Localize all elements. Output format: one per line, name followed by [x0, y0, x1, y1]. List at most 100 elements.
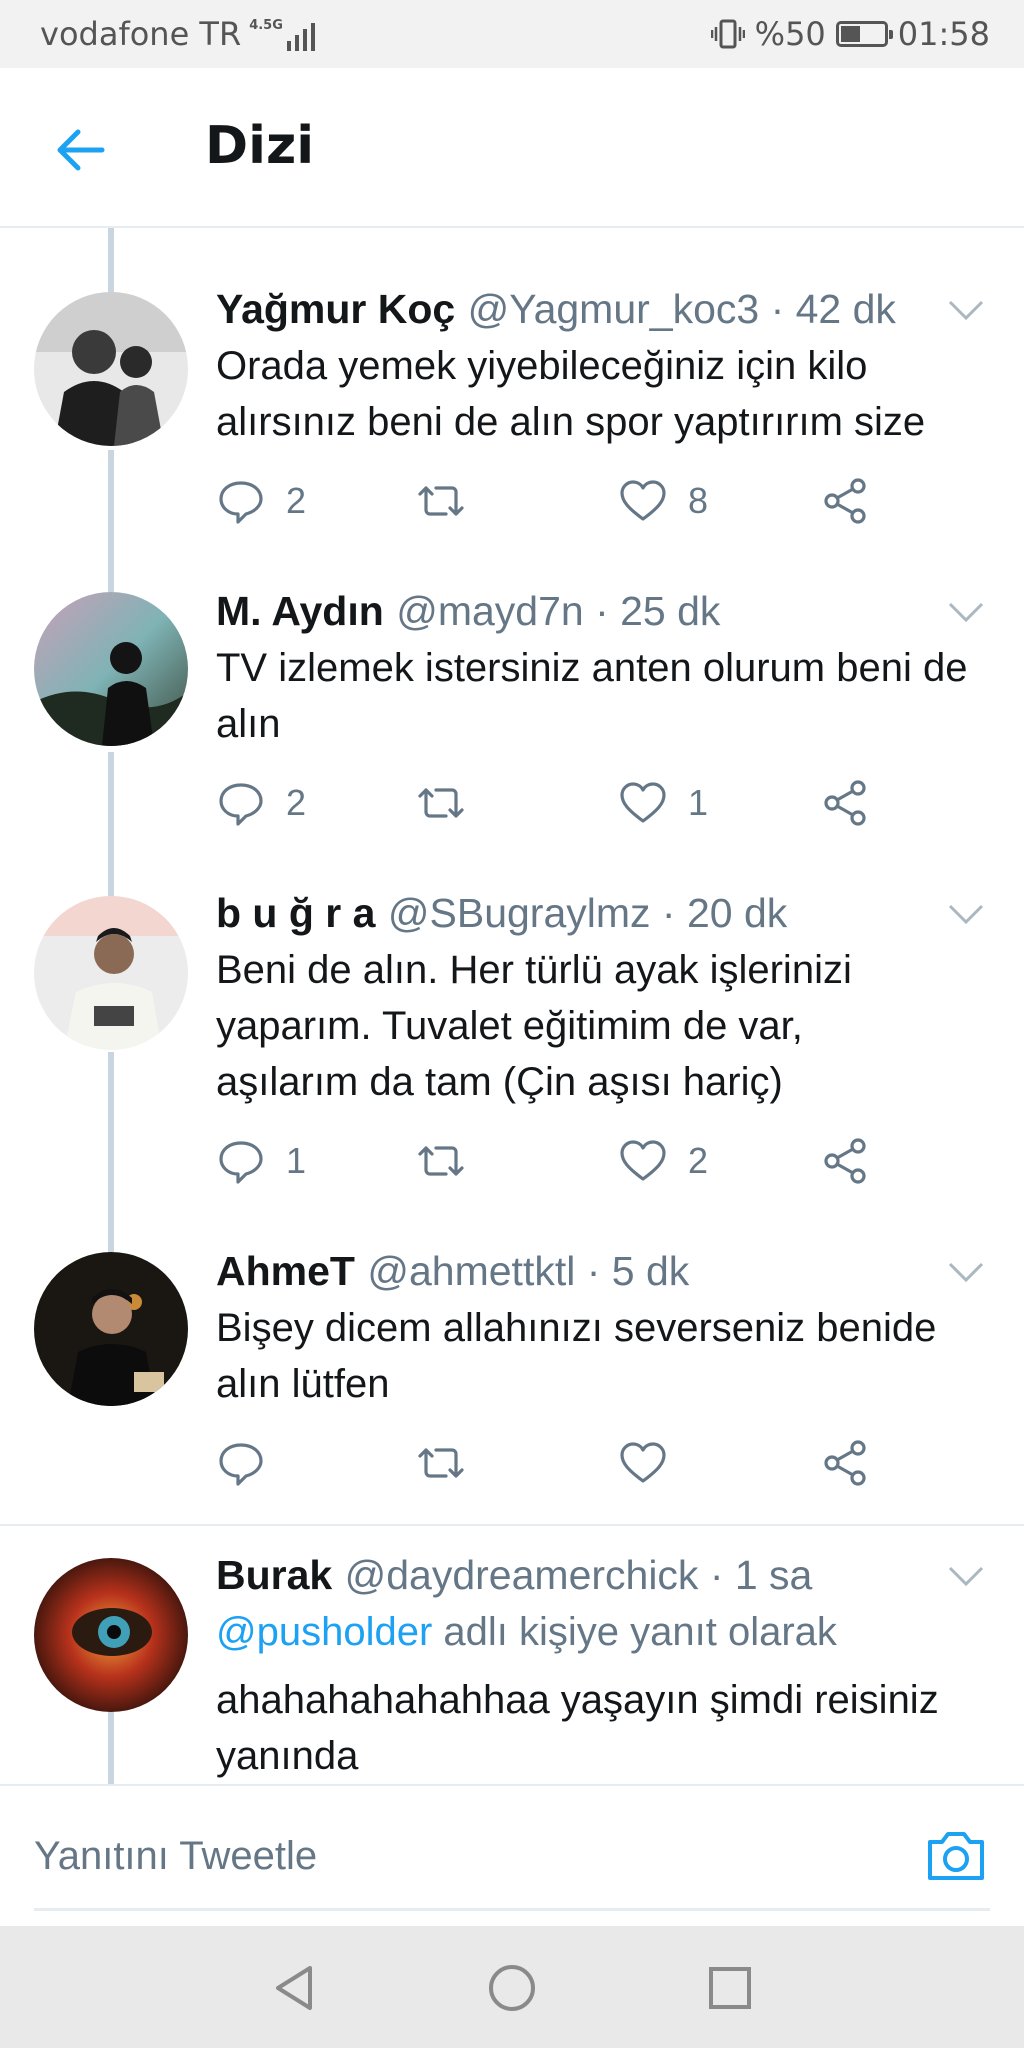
thread-line — [108, 752, 114, 896]
retweet-button[interactable] — [416, 1438, 486, 1488]
display-name[interactable]: Yağmur Koç — [216, 286, 455, 332]
app-header: Dizi — [0, 68, 1024, 228]
signal-icon: 4.5G — [249, 17, 315, 51]
share-icon — [824, 780, 866, 826]
chevron-down-icon[interactable] — [946, 1260, 986, 1284]
tweet-text: ahahahahahahhaa yaşayın şimdi reisiniz y… — [216, 1678, 939, 1778]
tweet-actions: 1 2 — [216, 1136, 916, 1196]
handle-time: @Yagmur_koc3 · 42 dk — [467, 286, 896, 332]
retweet-button[interactable] — [416, 778, 486, 828]
like-button[interactable]: 8 — [618, 476, 708, 526]
avatar[interactable] — [34, 896, 188, 1050]
reply-button[interactable]: 2 — [216, 778, 306, 828]
reply-icon — [219, 481, 263, 524]
tweet-text: Bişey dicem allahınızı severseniz benide… — [216, 1306, 937, 1406]
avatar[interactable] — [34, 1558, 188, 1712]
like-icon — [620, 1140, 666, 1181]
display-name[interactable]: Burak — [216, 1552, 332, 1598]
chevron-down-icon[interactable] — [946, 600, 986, 624]
battery-icon — [835, 21, 893, 47]
tweet-header: M. Aydın @mayd7n · 25 dk — [216, 588, 720, 635]
reply-icon — [219, 1443, 263, 1486]
retweet-button[interactable] — [416, 1136, 486, 1186]
share-icon — [824, 478, 866, 524]
nav-recents-icon[interactable] — [702, 1960, 758, 2016]
retweet-icon — [418, 1146, 464, 1176]
camera-icon[interactable] — [924, 1828, 988, 1884]
clock: 01:58 — [897, 15, 990, 53]
battery-percent: %50 — [754, 15, 826, 53]
like-count: 2 — [688, 1140, 709, 1181]
reply-button[interactable]: 1 — [216, 1136, 306, 1186]
share-button[interactable] — [820, 1136, 870, 1186]
tweet-header: b u ğ r a @SBugraylmz · 20 dk — [216, 890, 787, 937]
tweet-actions — [216, 1438, 916, 1498]
thread-line — [108, 450, 114, 592]
handle-time: @ahmettktl · 5 dk — [367, 1248, 690, 1294]
network-type: 4.5G — [249, 18, 283, 33]
thread-line — [108, 1052, 114, 1252]
like-button[interactable]: 2 — [618, 1136, 708, 1186]
like-button[interactable]: 1 — [618, 778, 708, 828]
tweet-text: Beni de alın. Her türlü ayak işlerinizi … — [216, 948, 852, 1104]
like-button[interactable] — [618, 1438, 688, 1488]
reply-bar[interactable]: Yanıtını Tweetle — [0, 1784, 1024, 1926]
retweet-button[interactable] — [416, 476, 486, 526]
system-nav-bar — [0, 1926, 1024, 2048]
tweet-actions: 2 1 — [216, 778, 916, 838]
reply-button[interactable]: 2 — [216, 476, 306, 526]
reply-count: 2 — [286, 480, 307, 521]
retweet-icon — [418, 1448, 464, 1478]
reply-context-text: adlı kişiye yanıt olarak — [432, 1610, 837, 1654]
reply-context: @pusholder adlı kişiye yanıt olarak — [216, 1610, 837, 1655]
retweet-icon — [418, 486, 464, 516]
chevron-down-icon[interactable] — [946, 902, 986, 926]
thread-line — [108, 228, 114, 292]
page-title: Dizi — [205, 116, 315, 176]
share-icon — [824, 1138, 866, 1184]
carrier-label: vodafone TR — [40, 15, 242, 53]
status-bar: vodafone TR 4.5G %50 01:58 — [0, 0, 1024, 68]
reply-underline — [34, 1908, 990, 1911]
reply-input[interactable]: Yanıtını Tweetle — [34, 1834, 317, 1879]
tweet-header: AhmeT @ahmettktl · 5 dk — [216, 1248, 689, 1295]
reply-count: 1 — [286, 1140, 307, 1181]
tweet-header: Yağmur Koç @Yagmur_koc3 · 42 dk — [216, 286, 896, 333]
like-count: 1 — [688, 782, 709, 823]
avatar[interactable] — [34, 1252, 188, 1406]
display-name[interactable]: M. Aydın — [216, 588, 384, 634]
handle-time: @mayd7n · 25 dk — [396, 588, 721, 634]
display-name[interactable]: AhmeT — [216, 1248, 355, 1294]
reply-icon — [219, 783, 263, 826]
tweet-header: Burak @daydreamerchick · 1 sa — [216, 1552, 812, 1599]
like-count: 8 — [688, 480, 709, 521]
status-right: %50 01:58 — [710, 15, 990, 53]
like-icon — [620, 480, 666, 521]
reply-count: 2 — [286, 782, 307, 823]
share-button[interactable] — [820, 1438, 870, 1488]
like-icon — [620, 1442, 666, 1483]
tweet-text: Orada yemek yiyebileceğiniz için kilo al… — [216, 344, 926, 444]
share-button[interactable] — [820, 778, 870, 828]
vibrate-icon — [710, 19, 745, 49]
mention-link[interactable]: @pusholder — [216, 1610, 432, 1654]
reply-button[interactable] — [216, 1438, 286, 1488]
share-button[interactable] — [820, 476, 870, 526]
tweet-actions: 2 8 — [216, 476, 916, 536]
handle-time: @SBugraylmz · 20 dk — [387, 890, 788, 936]
retweet-icon — [418, 788, 464, 818]
avatar[interactable] — [34, 292, 188, 446]
avatar[interactable] — [34, 592, 188, 746]
handle-time: @daydreamerchick · 1 sa — [344, 1552, 813, 1598]
like-icon — [620, 782, 666, 823]
chevron-down-icon[interactable] — [946, 298, 986, 322]
display-name[interactable]: b u ğ r a — [216, 890, 375, 936]
reply-icon — [219, 1141, 263, 1184]
back-arrow-icon[interactable] — [50, 120, 110, 180]
nav-back-icon[interactable] — [266, 1960, 322, 2016]
status-left: vodafone TR 4.5G — [40, 15, 315, 53]
share-icon — [824, 1440, 866, 1486]
chevron-down-icon[interactable] — [946, 1564, 986, 1588]
nav-home-icon[interactable] — [484, 1960, 540, 2016]
section-divider — [0, 1524, 1024, 1526]
